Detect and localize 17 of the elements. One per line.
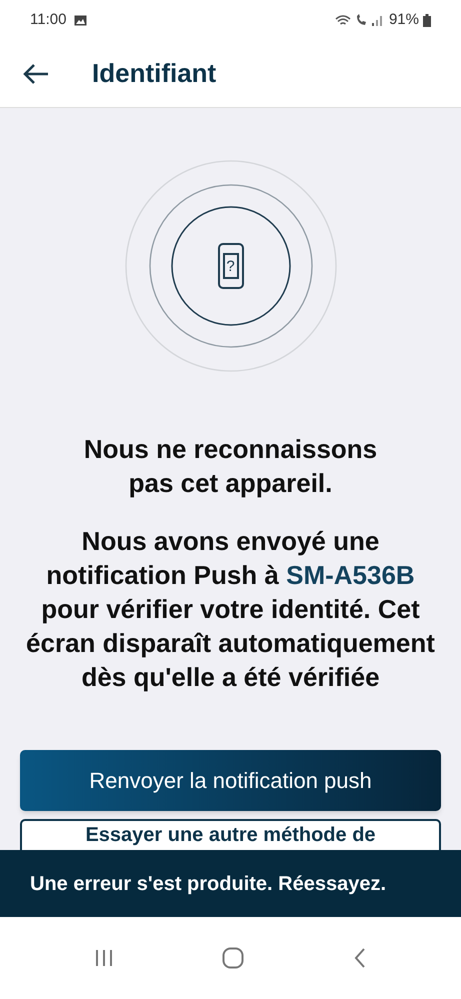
- resend-button[interactable]: Renvoyer la notification push: [20, 750, 441, 811]
- phone-question-icon: ?: [218, 243, 244, 289]
- page-title: Identifiant: [92, 57, 216, 90]
- snackbar-message: Une erreur s'est produite. Réessayez.: [30, 872, 386, 896]
- call-signal-icon: [354, 14, 385, 26]
- heading: Nous ne reconnaissons pas cet appareil.: [82, 433, 378, 500]
- status-time: 11:00: [30, 10, 66, 30]
- device-link[interactable]: SM-A536B: [286, 560, 415, 590]
- verification-message: Nous avons envoyé une notification Push à SM-A536B pour vérifier votre identité. Cet écran disparaît automatiquement dès qu'elle a été vérifiée: [25, 525, 436, 694]
- recent-apps-icon[interactable]: [94, 949, 114, 967]
- wifi-icon: [334, 14, 351, 26]
- back-nav-icon[interactable]: [352, 948, 367, 968]
- battery-icon: [423, 14, 431, 26]
- home-icon[interactable]: [222, 947, 244, 969]
- image-icon: [74, 14, 88, 26]
- other-method-button[interactable]: Essayer une autre méthode de: [20, 819, 441, 850]
- battery-percent: 91%: [388, 10, 419, 30]
